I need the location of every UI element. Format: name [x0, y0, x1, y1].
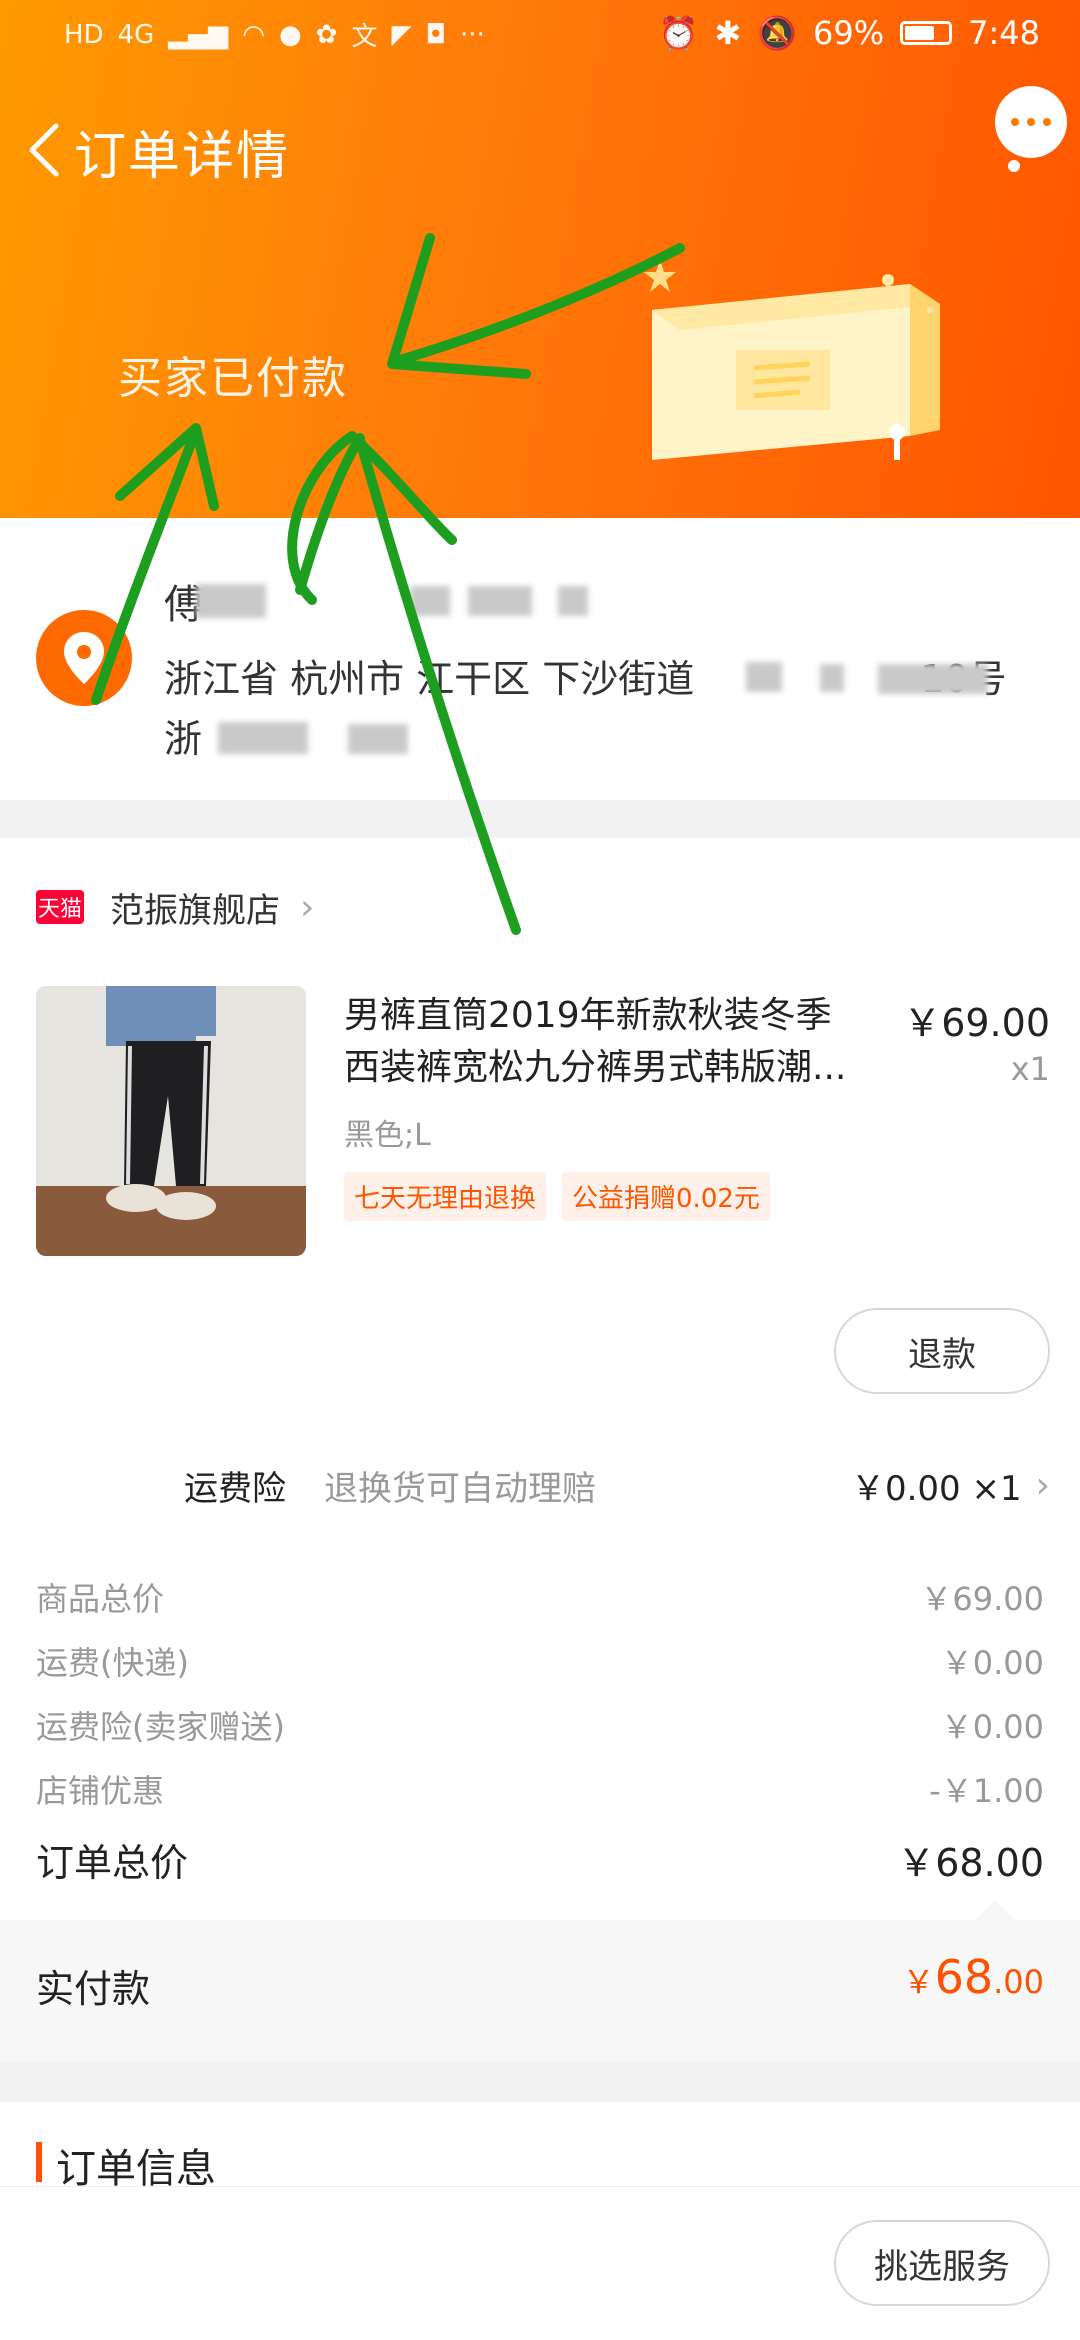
paid-currency: ￥ [902, 1963, 935, 2001]
network-4g-icon: 4G [117, 19, 155, 50]
product-title-line-1: 男裤直筒2019年新款秋装冬季 [344, 995, 832, 1036]
chevron-right-icon: › [1035, 1464, 1050, 1506]
paid-amount: ￥68.00 [903, 1950, 1044, 2004]
redacted-phone-3 [558, 586, 588, 616]
huawei-icon: ✿ [315, 19, 338, 50]
summary-row-insurance: 运费险(卖家赠送) ￥0.00 [36, 1702, 1044, 1748]
signal-icon: ▂▄▆ [168, 19, 229, 50]
paid-section-pointer [975, 1900, 1015, 1920]
shield-icon: ◘ [425, 19, 447, 50]
status-bar-left-icons: HD 4G ▂▄▆ ◠ ● ✿ 文 ◤ ◘ ··· [64, 16, 485, 53]
address-line-2: 浙 [164, 717, 203, 761]
refund-button[interactable]: 退款 [834, 1308, 1050, 1394]
shop-header[interactable]: 天猫 范振旗舰店 › [36, 882, 314, 932]
mute-icon: 🔕 [757, 14, 798, 52]
order-status-header: HD 4G ▂▄▆ ◠ ● ✿ 文 ◤ ◘ ··· ⏰ ✱ 🔕 69% 7:48… [0, 0, 1080, 518]
address-region: 浙江省 杭州市 江干区 下沙街道 [164, 657, 695, 701]
shipping-insurance-row[interactable]: 运费险 退换货可自动理赔 ￥0.00 ×1 › [184, 1460, 1050, 1510]
summary-row-goods: 商品总价 ￥69.00 [36, 1574, 1044, 1620]
product-tags: 七天无理由退换 公益捐赠0.02元 [344, 1172, 770, 1221]
location-pin-icon [36, 610, 132, 706]
alarm-icon: ⏰ [658, 14, 699, 52]
insurance-desc: 退换货可自动理赔 [324, 1468, 596, 1509]
paid-decimal: .00 [993, 1963, 1044, 2001]
back-arrow-icon[interactable] [22, 120, 66, 180]
summary-label: 运费险(卖家赠送) [36, 1708, 285, 1746]
more-notifications-icon: ··· [460, 19, 485, 50]
redacted-detail-2 [348, 724, 408, 754]
page-title: 订单详情 [74, 127, 291, 187]
insurance-label: 运费险 [184, 1468, 286, 1509]
redacted-street-1 [746, 662, 782, 692]
battery-icon [900, 21, 953, 45]
chat-icon: ● [278, 19, 302, 50]
hd-icon: HD [64, 19, 104, 50]
status-bar-right: ⏰ ✱ 🔕 69% 7:48 [659, 14, 1040, 52]
package-box-illustration [644, 260, 940, 460]
summary-label: 商品总价 [36, 1580, 165, 1618]
summary-value: -￥1.00 [929, 1772, 1044, 1810]
clock-time: 7:48 [968, 14, 1040, 52]
summary-label: 运费(快递) [36, 1644, 189, 1682]
total-value: ￥68.00 [897, 1841, 1044, 1885]
summary-row-discount: 店铺优惠 -￥1.00 [36, 1766, 1044, 1812]
summary-value: ￥69.00 [920, 1580, 1044, 1618]
product-title[interactable]: 男裤直筒2019年新款秋装冬季 西装裤宽松九分裤男式韩版潮... [344, 990, 884, 1094]
product-sku: 黑色;L [344, 1118, 431, 1153]
section-gap [0, 800, 1080, 838]
status-bar: HD 4G ▂▄▆ ◠ ● ✿ 文 ◤ ◘ ··· ⏰ ✱ 🔕 69% 7:48 [0, 0, 1080, 76]
battery-percent: 69% [813, 14, 885, 52]
redacted-street-2 [820, 664, 844, 692]
insurance-value: ￥0.00 ×1 [850, 1468, 1022, 1509]
product-quantity: x1 [1010, 1050, 1050, 1088]
paid-label: 实付款 [36, 1967, 151, 2011]
redacted-street-3 [878, 664, 988, 694]
summary-value: ￥0.00 [940, 1644, 1044, 1682]
tmall-badge: 天猫 [36, 890, 84, 924]
wifi-icon: ◠ [242, 19, 265, 50]
redacted-name [196, 584, 266, 618]
paid-amount-row: 实付款 ￥68.00 [0, 1920, 1080, 2062]
product-image[interactable] [36, 986, 306, 1256]
summary-value: ￥0.00 [940, 1708, 1044, 1746]
order-info-accent-bar [36, 2142, 42, 2182]
summary-row-total: 订单总价 ￥68.00 [36, 1832, 1044, 1887]
order-status-text: 买家已付款 [118, 353, 348, 404]
shop-name: 范振旗舰店 [110, 890, 280, 931]
section-gap [0, 2062, 1080, 2102]
bluetooth-icon: ✱ [714, 14, 742, 52]
product-title-line-2: 西装裤宽松九分裤男式韩版潮... [344, 1047, 847, 1088]
return-policy-tag: 七天无理由退换 [344, 1172, 547, 1221]
summary-label: 店铺优惠 [36, 1772, 165, 1810]
navigation-icon: ◤ [391, 19, 412, 50]
more-options-button[interactable] [995, 86, 1067, 158]
more-indicator-dot [1008, 160, 1020, 172]
chevron-right-icon: › [300, 886, 315, 928]
redacted-phone-1 [410, 586, 450, 616]
product-price: ￥69.00 [903, 1001, 1050, 1045]
total-label: 订单总价 [36, 1841, 189, 1885]
translate-icon: 文 [351, 22, 378, 52]
summary-row-shipping: 运费(快递) ￥0.00 [36, 1638, 1044, 1684]
charity-tag: 公益捐赠0.02元 [562, 1172, 770, 1221]
redacted-detail-1 [218, 722, 308, 754]
pick-service-button[interactable]: 挑选服务 [834, 2220, 1050, 2306]
paid-integer: 68 [934, 1950, 994, 2004]
redacted-phone-2 [468, 586, 532, 616]
